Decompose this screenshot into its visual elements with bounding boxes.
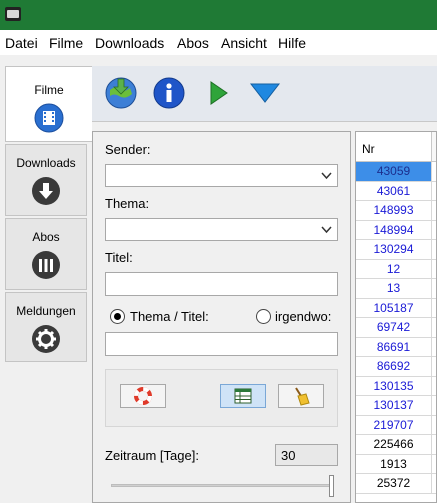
cell-nr: 12 <box>356 259 432 278</box>
thema-combobox[interactable] <box>105 218 338 241</box>
tab-meldungen-label: Meldungen <box>16 304 76 318</box>
titel-label: Titel: <box>105 250 133 265</box>
table-row[interactable]: 105187 <box>356 298 436 318</box>
cell-nr: 43059 <box>356 162 432 181</box>
table-row[interactable]: 1913 <box>356 454 436 474</box>
menu-ansicht[interactable]: Ansicht <box>221 35 267 51</box>
cell-nr: 130135 <box>356 376 432 395</box>
table-row[interactable]: 69742 <box>356 318 436 338</box>
table-row[interactable]: 13 <box>356 279 436 299</box>
zeitraum-slider[interactable] <box>111 484 333 487</box>
table-rows: 43059 43061 148993 148994 130294 12 13 105187 69… <box>356 162 436 494</box>
chevron-down-icon <box>321 172 332 180</box>
menu-datei[interactable]: Datei <box>5 35 38 51</box>
titel-input[interactable] <box>105 272 338 296</box>
filter-icon <box>249 83 281 103</box>
radio-irgendwo-label: irgendwo: <box>275 309 332 324</box>
main-tabs: Filme Downloads Abos Meldungen <box>0 55 92 503</box>
table-row[interactable]: 225466 <box>356 435 436 455</box>
tab-abos-label: Abos <box>32 230 60 244</box>
tab-filme-label: Filme <box>34 83 64 97</box>
info-icon <box>153 77 185 109</box>
toolbar <box>92 66 437 122</box>
table-row[interactable]: 25372 <box>356 474 436 494</box>
cell-nr: 219707 <box>356 415 432 434</box>
lifebuoy-icon <box>134 387 152 405</box>
table-row[interactable]: 130294 <box>356 240 436 260</box>
play-button[interactable] <box>200 76 234 110</box>
broom-icon <box>295 387 310 406</box>
table-row[interactable]: 86692 <box>356 357 436 377</box>
tab-meldungen[interactable]: Meldungen <box>5 292 87 362</box>
menu-abos[interactable]: Abos <box>177 35 209 51</box>
sender-label: Sender: <box>105 142 151 157</box>
cell-nr: 25372 <box>356 474 432 493</box>
table-row[interactable]: 43061 <box>356 181 436 201</box>
cell-nr: 43061 <box>356 181 432 200</box>
download-icon <box>31 176 61 206</box>
cell-nr: 148994 <box>356 220 432 239</box>
table-row[interactable]: 148993 <box>356 201 436 221</box>
table-view-button[interactable] <box>220 384 266 408</box>
table-row[interactable]: 130137 <box>356 396 436 416</box>
cell-nr: 86691 <box>356 337 432 356</box>
tab-abos[interactable]: Abos <box>5 218 87 290</box>
table-icon <box>234 388 252 404</box>
cell-nr: 69742 <box>356 318 432 337</box>
tab-filme[interactable]: Filme <box>5 66 92 142</box>
table-row[interactable]: 148994 <box>356 220 436 240</box>
zeitraum-slider-thumb[interactable] <box>329 475 334 497</box>
zeitraum-label: Zeitraum [Tage]: <box>105 448 199 463</box>
column-header-next[interactable] <box>432 132 436 162</box>
search-input[interactable] <box>105 332 338 356</box>
chevron-down-icon <box>321 226 332 234</box>
menu-bar: Datei Filme Downloads Abos Ansicht Hilfe <box>0 30 437 55</box>
app-icon <box>5 7 21 21</box>
menu-filme[interactable]: Filme <box>49 35 83 51</box>
table-row[interactable]: 130135 <box>356 376 436 396</box>
filter-button-group <box>105 369 338 427</box>
title-bar <box>0 0 437 30</box>
cell-nr: 130294 <box>356 240 432 259</box>
help-button[interactable] <box>120 384 166 408</box>
radio-thema-titel[interactable] <box>110 309 125 324</box>
column-header-nr[interactable]: Nr <box>356 132 432 162</box>
table-row[interactable]: 43059 <box>356 162 436 182</box>
info-button[interactable] <box>152 76 186 110</box>
radio-thema-titel-label: Thema / Titel: <box>130 309 209 324</box>
menu-hilfe[interactable]: Hilfe <box>278 35 306 51</box>
menu-downloads[interactable]: Downloads <box>95 35 164 51</box>
cell-nr: 105187 <box>356 298 432 317</box>
thema-label: Thema: <box>105 196 150 211</box>
gear-icon <box>31 324 61 354</box>
abos-icon <box>31 250 61 280</box>
table-row[interactable]: 219707 <box>356 415 436 435</box>
cell-nr: 130137 <box>356 396 432 415</box>
cell-nr: 1913 <box>356 454 432 473</box>
clear-filter-button[interactable] <box>278 384 324 408</box>
sender-combobox[interactable] <box>105 164 338 187</box>
tab-downloads[interactable]: Downloads <box>5 144 87 216</box>
radio-irgendwo[interactable] <box>256 309 271 324</box>
load-filmlist-icon <box>105 77 137 109</box>
cell-nr: 13 <box>356 279 432 298</box>
film-table: Nr 43059 43061 148993 148994 130294 12 13 10518… <box>355 131 437 503</box>
tab-downloads-label: Downloads <box>16 156 76 170</box>
table-row[interactable]: 86691 <box>356 337 436 357</box>
cell-nr: 225466 <box>356 435 432 454</box>
table-row[interactable]: 12 <box>356 259 436 279</box>
film-icon <box>34 103 64 133</box>
load-filmlist-button[interactable] <box>104 76 138 110</box>
filter-panel: Sender: Thema: Titel: Thema / Titel: irg… <box>92 131 351 503</box>
play-icon <box>210 81 228 105</box>
filter-button[interactable] <box>248 76 282 110</box>
cell-nr: 86692 <box>356 357 432 376</box>
zeitraum-value: 30 <box>275 444 338 466</box>
cell-nr: 148993 <box>356 201 432 220</box>
